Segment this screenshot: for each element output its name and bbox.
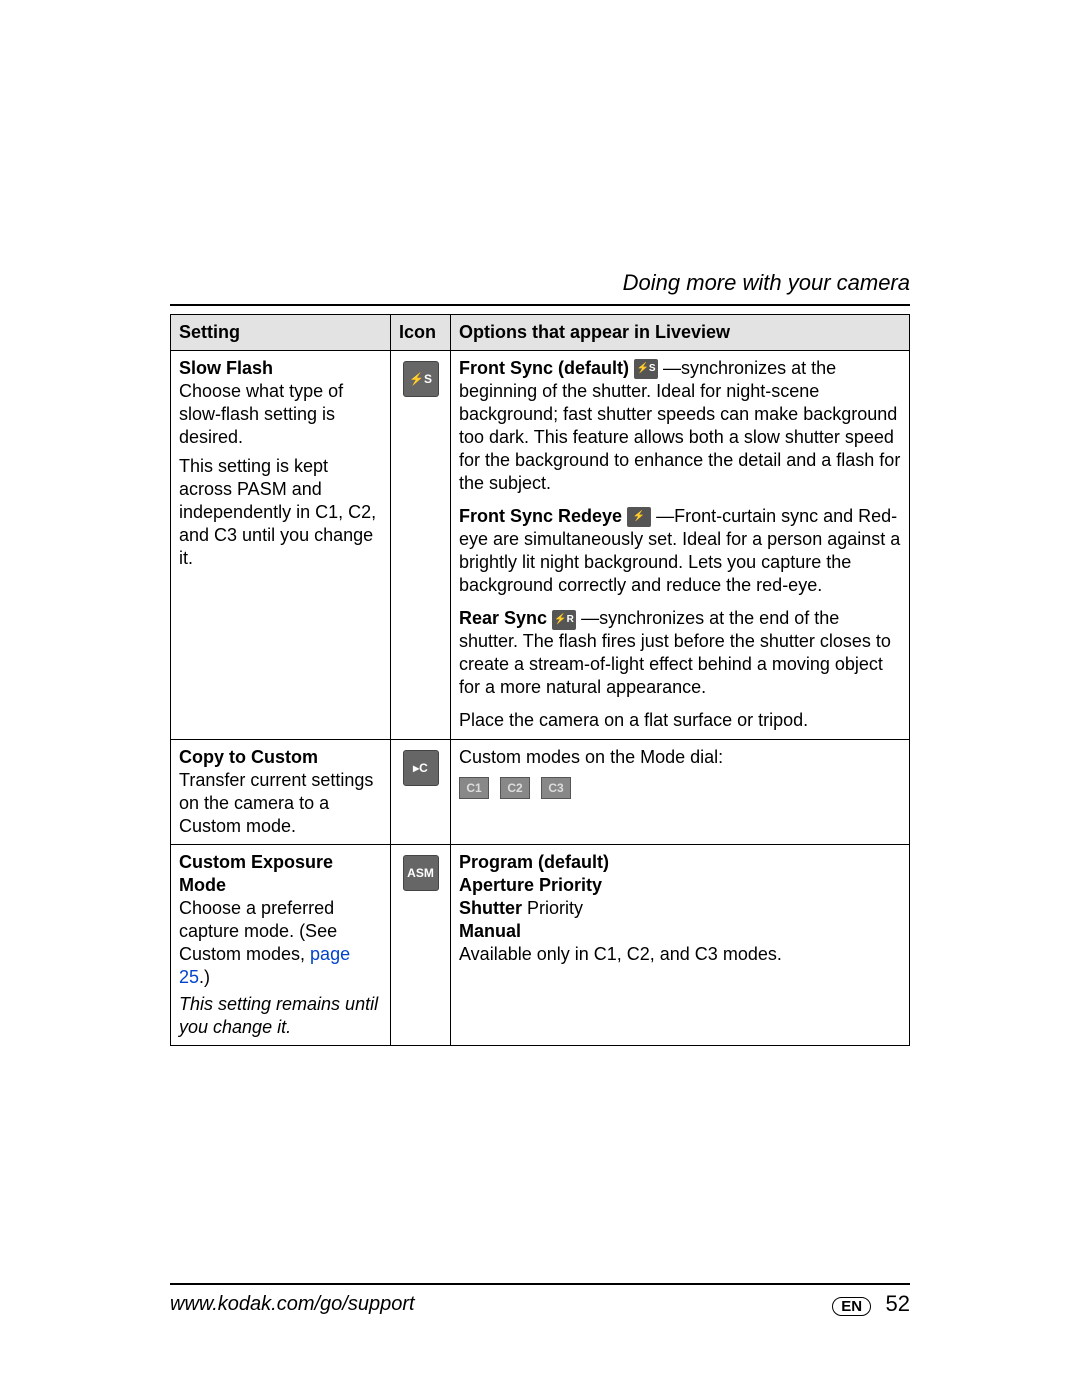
rear-sync-icon: ⚡R <box>552 610 576 630</box>
opt-manual: Manual <box>459 920 901 943</box>
cell-options-copy: Custom modes on the Mode dial: C1 C2 C3 <box>451 739 910 844</box>
cell-icon-exposure: ASM <box>391 844 451 1045</box>
option-front-sync-redeye: Front Sync Redeye ⚡👁 —Front-curtain sync… <box>459 505 901 597</box>
cell-setting-exposure: Custom Exposure Mode Choose a preferred … <box>171 844 391 1045</box>
opt-shutter: Shutter Priority <box>459 897 901 920</box>
row-custom-exposure: Custom Exposure Mode Choose a preferred … <box>171 844 910 1045</box>
chip-c3: C3 <box>541 777 571 799</box>
setting-desc: Choose a preferred capture mode. (See Cu… <box>179 897 382 989</box>
table-header-row: Setting Icon Options that appear in Live… <box>171 315 910 351</box>
cell-setting-slow-flash: Slow Flash Choose what type of slow-flas… <box>171 351 391 739</box>
desc-post: .) <box>199 967 210 987</box>
opt-aperture: Aperture Priority <box>459 874 901 897</box>
opt-shutter-rest: Priority <box>522 898 583 918</box>
language-badge: EN <box>832 1297 871 1316</box>
chip-c1: C1 <box>459 777 489 799</box>
col-icon: Icon <box>391 315 451 351</box>
page-indicator: EN 52 <box>832 1291 910 1317</box>
settings-table: Setting Icon Options that appear in Live… <box>170 314 910 1046</box>
support-url[interactable]: www.kodak.com/go/support <box>170 1293 415 1316</box>
setting-title: Slow Flash <box>179 357 382 380</box>
opt-shutter-bold: Shutter <box>459 898 522 918</box>
setting-desc: Choose what type of slow-flash setting i… <box>179 380 382 449</box>
option-label: Rear Sync <box>459 608 547 628</box>
page-number: 52 <box>886 1291 910 1316</box>
col-options: Options that appear in Liveview <box>451 315 910 351</box>
col-setting: Setting <box>171 315 391 351</box>
options-intro: Custom modes on the Mode dial: <box>459 746 901 769</box>
row-copy-to-custom: Copy to Custom Transfer current settings… <box>171 739 910 844</box>
custom-exposure-icon: ASM <box>403 855 439 891</box>
front-sync-redeye-icon: ⚡👁 <box>627 507 651 527</box>
cell-icon-copy: ▸C <box>391 739 451 844</box>
option-label: Front Sync Redeye <box>459 506 622 526</box>
cell-setting-copy: Copy to Custom Transfer current settings… <box>171 739 391 844</box>
setting-title: Custom Exposure Mode <box>179 851 382 897</box>
header-rule <box>170 304 910 306</box>
setting-desc-2: This setting is kept across PASM and ind… <box>179 455 382 570</box>
option-front-sync: Front Sync (default) ⚡S —synchronizes at… <box>459 357 901 495</box>
cell-options-exposure: Program (default) Aperture Priority Shut… <box>451 844 910 1045</box>
page-footer: www.kodak.com/go/support EN 52 <box>170 1283 910 1317</box>
setting-note: This setting remains until you change it… <box>179 993 382 1039</box>
option-text: —synchronizes at the beginning of the sh… <box>459 358 900 493</box>
opt-program: Program (default) <box>459 851 901 874</box>
row-slow-flash: Slow Flash Choose what type of slow-flas… <box>171 351 910 739</box>
mode-chips: C1 C2 C3 <box>459 775 901 799</box>
slow-flash-icon: ⚡S <box>403 361 439 397</box>
option-label: Front Sync (default) <box>459 358 629 378</box>
manual-page: Doing more with your camera Setting Icon… <box>0 0 1080 1397</box>
front-sync-icon: ⚡S <box>634 359 658 379</box>
option-rear-sync: Rear Sync ⚡R —synchronizes at the end of… <box>459 607 901 699</box>
chip-c2: C2 <box>500 777 530 799</box>
setting-title: Copy to Custom <box>179 746 382 769</box>
section-title: Doing more with your camera <box>170 270 910 296</box>
copy-to-custom-icon: ▸C <box>403 750 439 786</box>
tripod-note: Place the camera on a flat surface or tr… <box>459 709 901 732</box>
setting-desc: Transfer current settings on the camera … <box>179 769 382 838</box>
cell-options-slow-flash: Front Sync (default) ⚡S —synchronizes at… <box>451 351 910 739</box>
opt-availability: Available only in C1, C2, and C3 modes. <box>459 943 901 966</box>
cell-icon-slow-flash: ⚡S <box>391 351 451 739</box>
